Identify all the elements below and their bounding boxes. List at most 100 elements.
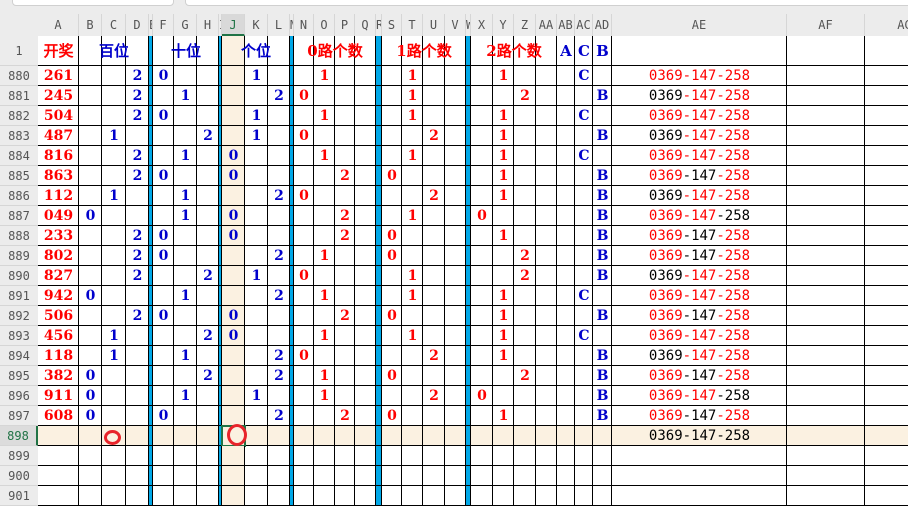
cell-f881[interactable] [153, 86, 174, 106]
cell-ab883[interactable] [557, 126, 575, 146]
cell-x888[interactable] [471, 226, 493, 246]
cell-c901[interactable] [102, 486, 126, 506]
cell-c897[interactable] [102, 406, 126, 426]
row-header-881[interactable]: 881 [0, 86, 38, 106]
cell-d891[interactable] [126, 286, 149, 306]
cell-s884[interactable] [382, 146, 402, 166]
cell-o890[interactable] [314, 266, 335, 286]
cell-ac892[interactable] [575, 306, 593, 326]
cell-v896[interactable] [445, 386, 466, 406]
cell-h882[interactable] [197, 106, 219, 126]
cell-c896[interactable] [102, 386, 126, 406]
cell-b899[interactable] [79, 446, 102, 466]
cell-c881[interactable] [102, 86, 126, 106]
cell-s891[interactable] [382, 286, 402, 306]
column-header-b[interactable]: B [79, 14, 102, 36]
cell-ac883[interactable] [575, 126, 593, 146]
cell-ag895[interactable] [865, 366, 908, 386]
cell-f887[interactable] [153, 206, 174, 226]
cell-v897[interactable] [445, 406, 466, 426]
cell-aa883[interactable] [536, 126, 557, 146]
cell-ab899[interactable] [557, 446, 575, 466]
select-all-corner[interactable] [0, 14, 38, 36]
cell-x884[interactable] [471, 146, 493, 166]
row-header-891[interactable]: 891 [0, 286, 38, 306]
cell-g882[interactable] [174, 106, 197, 126]
cell-x898[interactable] [471, 426, 493, 446]
cell-y898[interactable] [493, 426, 514, 446]
cell-j890[interactable] [222, 266, 245, 286]
cell-ag880[interactable] [865, 66, 908, 86]
cell-f901[interactable] [153, 486, 174, 506]
cell-j882[interactable] [222, 106, 245, 126]
name-box[interactable] [12, 0, 174, 6]
cell-q883[interactable] [355, 126, 376, 146]
cell-ab889[interactable] [557, 246, 575, 266]
cell-ab900[interactable] [557, 466, 575, 486]
cell-d886[interactable] [126, 186, 149, 206]
cell-ac898[interactable] [575, 426, 593, 446]
cell-s886[interactable] [382, 186, 402, 206]
row-header-882[interactable]: 882 [0, 106, 38, 126]
cell-y901[interactable] [493, 486, 514, 506]
cell-n901[interactable] [294, 486, 314, 506]
cell-o899[interactable] [314, 446, 335, 466]
cell-p900[interactable] [335, 466, 355, 486]
cell-v881[interactable] [445, 86, 466, 106]
cell-j886[interactable] [222, 186, 245, 206]
cell-j895[interactable] [222, 366, 245, 386]
cell-v888[interactable] [445, 226, 466, 246]
cell-n898[interactable] [294, 426, 314, 446]
cell-f895[interactable] [153, 366, 174, 386]
cell-z897[interactable] [514, 406, 536, 426]
cell-af890[interactable] [787, 266, 865, 286]
cell-aa901[interactable] [536, 486, 557, 506]
cell-l887[interactable] [268, 206, 290, 226]
cell-af880[interactable] [787, 66, 865, 86]
column-header-n[interactable]: N [294, 14, 314, 36]
cell-x890[interactable] [471, 266, 493, 286]
cell-v886[interactable] [445, 186, 466, 206]
cell-af892[interactable] [787, 306, 865, 326]
cell-n896[interactable] [294, 386, 314, 406]
cell-z899[interactable] [514, 446, 536, 466]
cell-aa882[interactable] [536, 106, 557, 126]
cell-v900[interactable] [445, 466, 466, 486]
cell-f886[interactable] [153, 186, 174, 206]
cell-ac899[interactable] [575, 446, 593, 466]
cell-v901[interactable] [445, 486, 466, 506]
cell-p899[interactable] [335, 446, 355, 466]
cell-q888[interactable] [355, 226, 376, 246]
cell-p890[interactable] [335, 266, 355, 286]
cell-v889[interactable] [445, 246, 466, 266]
cell-h892[interactable] [197, 306, 219, 326]
cell-af883[interactable] [787, 126, 865, 146]
cell-h888[interactable] [197, 226, 219, 246]
cell-l882[interactable] [268, 106, 290, 126]
column-header-u[interactable]: U [423, 14, 445, 36]
cell-af897[interactable] [787, 406, 865, 426]
cell-s894[interactable] [382, 346, 402, 366]
cell-aa890[interactable] [536, 266, 557, 286]
cell-ab885[interactable] [557, 166, 575, 186]
cell-k892[interactable] [245, 306, 268, 326]
cell-af900[interactable] [787, 466, 865, 486]
cell-a899[interactable] [38, 446, 79, 466]
cell-c880[interactable] [102, 66, 126, 86]
cell-d899[interactable] [126, 446, 149, 466]
cell-g898[interactable] [174, 426, 197, 446]
cell-ab893[interactable] [557, 326, 575, 346]
cell-p894[interactable] [335, 346, 355, 366]
cell-l900[interactable] [268, 466, 290, 486]
cell-p880[interactable] [335, 66, 355, 86]
cell-af882[interactable] [787, 106, 865, 126]
cell-q882[interactable] [355, 106, 376, 126]
cell-v895[interactable] [445, 366, 466, 386]
cell-ag896[interactable] [865, 386, 908, 406]
cell-z891[interactable] [514, 286, 536, 306]
cell-n888[interactable] [294, 226, 314, 246]
column-header-o[interactable]: O [314, 14, 335, 36]
cell-q895[interactable] [355, 366, 376, 386]
cell-k899[interactable] [245, 446, 268, 466]
cell-ag889[interactable] [865, 246, 908, 266]
